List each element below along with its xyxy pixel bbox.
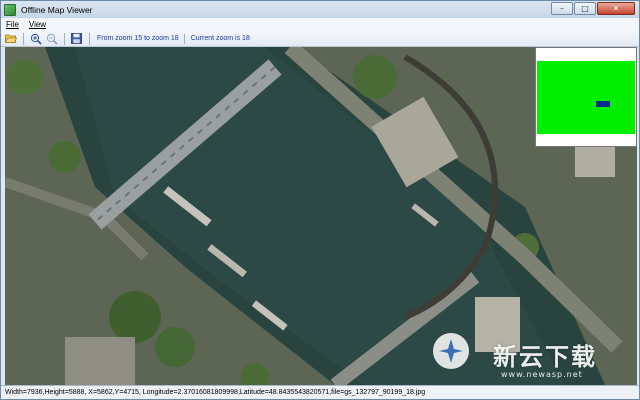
toolbar: From zoom 15 to zoom 18 Current zoom is …: [1, 31, 639, 47]
menu-bar: File View: [1, 18, 639, 31]
menu-file[interactable]: File: [1, 20, 24, 29]
app-window: Offline Map Viewer – □ ✕ File View From …: [0, 0, 640, 400]
toolbar-separator: [183, 33, 185, 44]
maximize-icon: □: [581, 3, 589, 13]
status-bar: Width=7936,Height=5888, X=5862,Y=4715, L…: [1, 385, 639, 399]
menu-view[interactable]: View: [24, 20, 51, 29]
save-button[interactable]: [70, 32, 83, 45]
close-icon: ✕: [612, 3, 620, 13]
maximize-button[interactable]: □: [574, 2, 596, 15]
current-zoom-label: Current zoom is 18: [190, 35, 250, 42]
watermark-text: 新云下载: [493, 343, 597, 371]
open-button[interactable]: [4, 32, 17, 45]
zoom-range-label: From zoom 15 to zoom 18: [97, 35, 179, 42]
zoom-out-button[interactable]: [45, 32, 58, 45]
watermark-logo-icon: [433, 333, 469, 369]
title-bar[interactable]: Offline Map Viewer – □ ✕: [1, 1, 639, 18]
watermark-url: www.newasp.net: [501, 370, 583, 379]
toolbar-separator: [64, 32, 65, 45]
window-title: Offline Map Viewer: [21, 4, 93, 15]
minimize-button[interactable]: –: [551, 2, 573, 15]
toolbar-separator: [23, 32, 24, 45]
overview-minimap[interactable]: [535, 47, 637, 147]
folder-open-icon: [4, 34, 17, 43]
toolbar-separator: [89, 32, 90, 45]
zoom-out-icon: [46, 33, 58, 45]
status-text: Width=7936,Height=5888, X=5862,Y=4715, L…: [5, 389, 426, 396]
minimap-coverage-area: [537, 61, 635, 134]
close-button[interactable]: ✕: [597, 2, 635, 15]
zoom-in-button[interactable]: [29, 32, 42, 45]
save-icon: [71, 33, 82, 44]
minimize-icon: –: [560, 3, 564, 13]
minimap-viewport-indicator[interactable]: [596, 101, 610, 107]
window-controls: – □ ✕: [550, 2, 635, 15]
map-app-icon: [4, 3, 16, 16]
zoom-in-icon: [30, 33, 42, 45]
